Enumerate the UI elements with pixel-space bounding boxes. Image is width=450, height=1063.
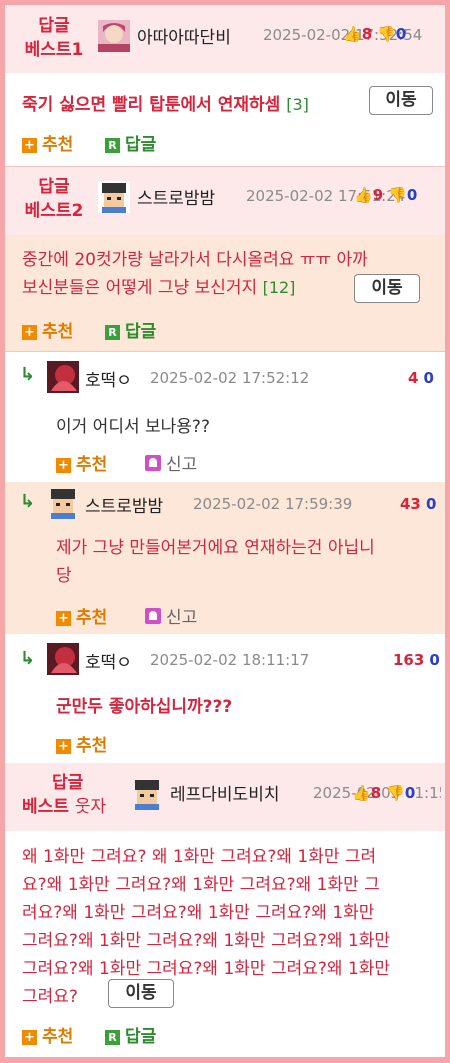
panel-border	[0, 0, 450, 1063]
